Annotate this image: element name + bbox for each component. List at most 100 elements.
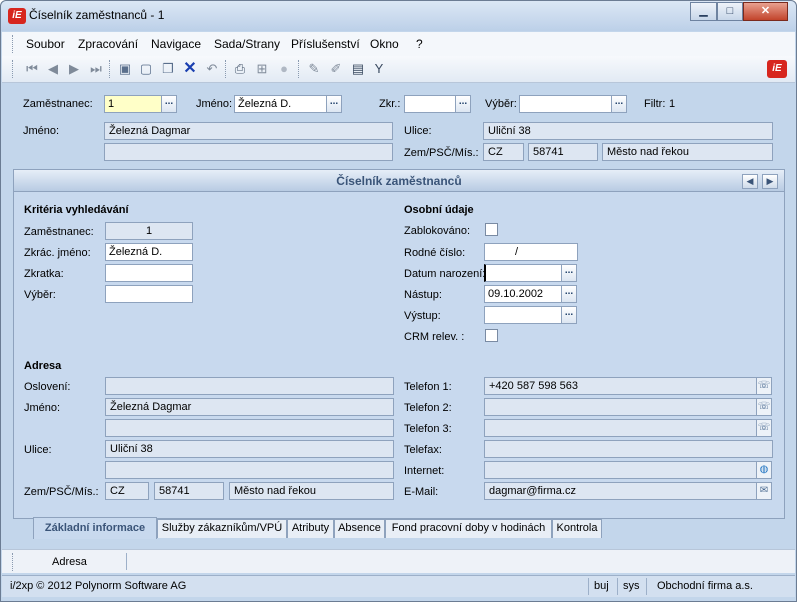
osloveni-field <box>105 377 394 395</box>
vyber-lookup-button[interactable]: ... <box>611 95 627 113</box>
adr-zem-field: CZ <box>105 482 149 500</box>
nastup-picker-button[interactable]: ... <box>561 285 577 303</box>
panel-next-button[interactable]: ▶ <box>762 174 778 189</box>
delete-icon[interactable]: ✕ <box>182 61 198 77</box>
globe-icon[interactable]: ◍ <box>756 461 772 479</box>
zkr-input[interactable] <box>404 95 456 113</box>
jmeno-lookup-button[interactable]: ... <box>326 95 342 113</box>
tab-zakladni-informace[interactable]: Základní informace <box>33 517 157 539</box>
prev-icon[interactable]: ◀ <box>45 61 61 77</box>
minimize-button[interactable]: ▁ <box>690 2 717 21</box>
menu-sada-strany[interactable]: Sada/Strany <box>214 37 280 51</box>
zem-field: CZ <box>483 143 524 161</box>
toolbar: ⏮ ◀ ▶ ⏭ ▣ ▢ ❐ ✕ ↶ ⎙ ⊞ ● ✎ ✐ ▤ Y iE <box>2 56 795 83</box>
filtr-label: Filtr: <box>644 98 666 110</box>
zkr-label: Zkr.: <box>379 98 401 110</box>
tab-sluzby[interactable]: Služby zákazníkům/VPÚ <box>157 519 287 538</box>
tel3-label: Telefon 3: <box>404 423 452 435</box>
adresa-title: Adresa <box>24 360 62 372</box>
window-title: Číselník zaměstnanců - 1 <box>29 8 165 22</box>
menu-zpracovani[interactable]: Zpracování <box>78 37 138 51</box>
krit-zkrac-label: Zkrác. jméno: <box>24 247 91 259</box>
ulice-field: Uliční 38 <box>483 122 773 140</box>
save-icon[interactable]: ▣ <box>117 61 133 77</box>
next-icon[interactable]: ▶ <box>66 61 82 77</box>
vyber-input[interactable] <box>519 95 612 113</box>
zamestnanec-lookup-button[interactable]: ... <box>161 95 177 113</box>
kriteria-title: Kritéria vyhledávání <box>24 204 129 216</box>
jmeno2-label: Jméno: <box>23 125 60 137</box>
zablokovano-checkbox[interactable] <box>485 223 498 236</box>
separator <box>617 578 618 595</box>
edit-icon[interactable]: ✎ <box>306 61 322 77</box>
menu-prislusenstvi[interactable]: Příslušenství <box>291 37 360 51</box>
title-bar: iE Číselník zaměstnanců - 1 ▁ □ ✕ <box>1 1 796 31</box>
last-icon[interactable]: ⏭ <box>88 61 104 77</box>
tab-atributy[interactable]: Atributy <box>287 519 334 538</box>
tree-icon[interactable]: ⊞ <box>254 61 270 77</box>
krit-vyber-input[interactable] <box>105 285 193 303</box>
zamestnanec-input[interactable]: 1 <box>104 95 162 113</box>
separator <box>646 578 647 595</box>
adr-ulice-field: Uliční 38 <box>105 440 394 458</box>
nastup-label: Nástup: <box>404 289 442 301</box>
mesto-field: Město nad řekou <box>602 143 773 161</box>
osobni-title: Osobní údaje <box>404 204 474 216</box>
phone-icon[interactable]: ☏ <box>756 398 772 416</box>
phone-icon[interactable]: ☏ <box>756 419 772 437</box>
close-button[interactable]: ✕ <box>743 2 788 21</box>
vystup-input[interactable] <box>484 306 562 324</box>
panel-title: Číselník zaměstnanců <box>14 170 784 192</box>
tel1-label: Telefon 1: <box>404 381 452 393</box>
vystup-picker-button[interactable]: ... <box>561 306 577 324</box>
bottom-tab-adresa[interactable]: Adresa <box>52 556 87 568</box>
adr-ulice-line2-field <box>105 461 394 479</box>
tel2-label: Telefon 2: <box>404 402 452 414</box>
narozeni-picker-button[interactable]: ... <box>561 264 577 282</box>
menu-navigace[interactable]: Navigace <box>151 37 201 51</box>
print-icon[interactable]: ⎙ <box>232 61 248 77</box>
zkr-lookup-button[interactable]: ... <box>455 95 471 113</box>
adr-ulice-label: Ulice: <box>24 444 52 456</box>
nastup-input[interactable]: 09.10.2002 <box>484 285 562 303</box>
undo-icon[interactable]: ↶ <box>204 61 220 77</box>
panel-prev-button[interactable]: ◀ <box>742 174 758 189</box>
krit-zam-label: Zaměstnanec: <box>24 226 94 238</box>
edit2-icon[interactable]: ✐ <box>328 61 344 77</box>
vystup-label: Výstup: <box>404 310 441 322</box>
bottom-tab-bar: Adresa <box>2 549 795 573</box>
rodne-input[interactable]: / <box>484 243 578 261</box>
phone-icon[interactable]: ☏ <box>756 377 772 395</box>
tab-absence[interactable]: Absence <box>334 519 385 538</box>
menu-help[interactable]: ? <box>416 37 423 51</box>
toolbar-separator <box>298 60 300 78</box>
disabled-icon[interactable]: ● <box>276 61 292 77</box>
main-window: iE Číselník zaměstnanců - 1 ▁ □ ✕ Soubor… <box>0 0 797 602</box>
internet-label: Internet: <box>404 465 445 477</box>
jmeno-input[interactable]: Železná D. <box>234 95 327 113</box>
krit-zam-field: 1 <box>105 222 193 240</box>
menu-okno[interactable]: Okno <box>370 37 399 51</box>
crm-checkbox[interactable] <box>485 329 498 342</box>
new-icon[interactable]: ▢ <box>138 61 154 77</box>
tab-kontrola[interactable]: Kontrola <box>552 519 602 538</box>
detail-panel: Číselník zaměstnanců ◀ ▶ Kritéria vyhled… <box>13 169 785 519</box>
adr-mesto-field: Město nad řekou <box>229 482 394 500</box>
filtr-value: 1 <box>669 98 676 110</box>
maximize-button[interactable]: □ <box>717 2 743 21</box>
narozeni-label: Datum narození: <box>404 268 486 280</box>
toolbar-separator <box>109 60 111 78</box>
zablokovano-label: Zablokováno: <box>404 225 471 237</box>
first-icon[interactable]: ⏮ <box>24 61 40 77</box>
ulice-label: Ulice: <box>404 125 432 137</box>
copy-icon[interactable]: ❐ <box>160 61 176 77</box>
email-field: dagmar@firma.cz <box>484 482 757 500</box>
krit-zkratka-input[interactable] <box>105 264 193 282</box>
list-icon[interactable]: ▤ <box>350 61 366 77</box>
mail-icon[interactable]: ✉ <box>756 482 772 500</box>
menu-soubor[interactable]: Soubor <box>26 37 65 51</box>
krit-zkrac-input[interactable]: Železná D. <box>105 243 193 261</box>
filter-icon[interactable]: Y <box>371 61 387 77</box>
narozeni-input[interactable] <box>484 264 562 282</box>
tab-fond-pracovni-doby[interactable]: Fond pracovní doby v hodinách <box>385 519 552 538</box>
